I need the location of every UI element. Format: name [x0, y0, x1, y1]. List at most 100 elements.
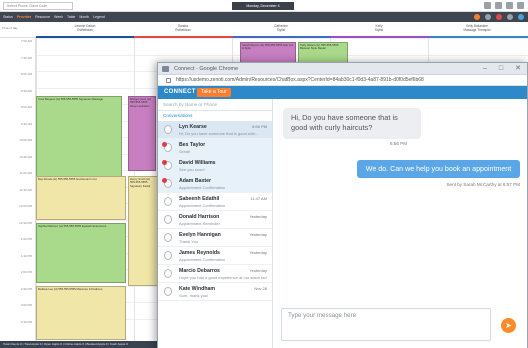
conversation-item[interactable]: Lyn Kearse 6:56 PM Hi, Do you have someone… — [158, 121, 272, 139]
unread-alert-icon — [162, 160, 167, 165]
time-label: 11:00 AM — [19, 171, 32, 175]
take-tour-button[interactable]: Take a Tour — [197, 88, 231, 97]
window-titlebar: Connect - Google Chrome – □ ✕ — [158, 63, 527, 75]
conversation-name: James Reynolds — [179, 250, 220, 256]
time-column: 7:00 AM 7:30 AM 8:00 AM 8:30 AM 9:00 AM 9:30 … — [0, 38, 36, 341]
conversation-item[interactable]: Marcio Debarros Yesterday Hope you had a g… — [158, 265, 272, 283]
provider-header[interactable]: Leanne Dalton Esthetician — [36, 24, 134, 32]
chat-pane: Hi, Do you have someone that is good wit… — [273, 99, 527, 348]
refresh-icon[interactable] — [518, 14, 524, 20]
conversation-item[interactable]: Evelyn Hannigan Yesterday Thank You — [158, 229, 272, 247]
help-icon[interactable] — [517, 2, 524, 9]
conversation-list: Lyn Kearse 6:56 PM Hi, Do you have someone… — [158, 121, 272, 301]
user-avatar-icon — [163, 233, 173, 243]
provider-role: Stylist — [276, 28, 286, 32]
conversation-time: 6:56 PM — [252, 124, 267, 129]
address-bar[interactable]: https://usdemo.zenoti.com/Admin/Resource… — [158, 75, 527, 86]
toolbar-icons — [474, 14, 524, 20]
scheduler-search-input[interactable]: Select Phone Client Code — [3, 2, 73, 10]
connect-window: Connect - Google Chrome – □ ✕ https://us… — [157, 62, 528, 348]
view-tab-month[interactable]: Month — [79, 14, 89, 20]
conversation-item[interactable]: Donald Harrison Yesterday Appointment Remi… — [158, 211, 272, 229]
conversation-item[interactable]: Adam Baxter Appointment Confirmation — [158, 175, 272, 193]
window-controls: – □ ✕ — [483, 63, 521, 75]
conversation-preview: See you soon! — [179, 167, 205, 172]
view-tab-table[interactable]: Table — [67, 14, 75, 20]
conversation-item[interactable]: Sabeenh Edathil 11:47 AM Appointment Confi… — [158, 193, 272, 211]
conversation-sidebar: Search by Name or Phone Conversations Ly… — [158, 99, 273, 348]
view-tab-legend[interactable]: Legend — [93, 14, 105, 20]
send-icon[interactable]: ➤ — [501, 318, 516, 333]
conversation-preview: Appointment Reminder — [179, 221, 220, 226]
provider-header[interactable]: Sandra Esthetician — [134, 24, 232, 32]
conversation-item[interactable]: Kate Windham Nov 28 Sure, thank you! — [158, 283, 272, 301]
conversation-search-input[interactable]: Search by Name or Phone — [158, 99, 272, 111]
time-label: 9:00 AM — [20, 105, 32, 109]
app-name: CONNECT — [164, 89, 196, 95]
outgoing-message: We do. Can we help you book an appointme… — [357, 160, 520, 178]
conversation-preview: Hope you had a good experience at our sa… — [179, 275, 267, 280]
date-navigator[interactable]: Monday, December 4 — [232, 2, 294, 10]
provider-header[interactable]: Kelly Ballantine Massage Therapist — [428, 24, 526, 32]
appointment-block[interactable]: Melissa Lee (H) 555-555-5555 Manicure & … — [36, 286, 126, 340]
conversation-preview: Thank You — [179, 239, 198, 244]
conversation-name: Sabeenh Edathil — [179, 196, 220, 202]
provider-role: Massage Therapist — [463, 28, 491, 32]
view-tab-provider[interactable]: Provider — [17, 14, 31, 20]
appointment-block[interactable]: Bridget Clark (H) 555-555-5555 Deep Hydr… — [128, 96, 156, 171]
conversation-item[interactable]: James Reynolds Yesterday Appointment Confi… — [158, 247, 272, 265]
time-label: 8:00 AM — [20, 72, 32, 76]
unread-alert-icon — [162, 178, 167, 183]
appointment-block[interactable]: Cora Bergson (H) 555-555-5555 Signature … — [36, 96, 122, 178]
minimize-icon[interactable]: – — [483, 63, 487, 75]
conversation-preview: Great! — [179, 149, 191, 154]
time-label: 12:30 PM — [19, 220, 32, 225]
notification-icon[interactable] — [496, 14, 502, 20]
view-tab-week[interactable]: Week — [54, 14, 63, 20]
conversation-time: Yesterday — [249, 232, 267, 237]
appointment-block[interactable]: Sophia Martinez (H) 555-555-5555 Eyelash… — [36, 223, 126, 283]
calendar-icon[interactable] — [495, 2, 502, 9]
url-text[interactable]: https://usdemo.zenoti.com/Admin/Resource… — [176, 77, 424, 83]
person-icon — [164, 287, 172, 296]
message-input[interactable]: Type your message here — [281, 308, 491, 341]
camera-icon[interactable] — [484, 2, 491, 9]
conversation-name: Adam Baxter — [179, 178, 212, 184]
close-icon[interactable]: ✕ — [515, 63, 521, 75]
conversation-time: Yesterday — [249, 214, 267, 219]
provider-role: Esthetician — [175, 28, 191, 32]
user-avatar-icon — [162, 142, 173, 153]
provider-header[interactable]: Catherine Stylist — [232, 24, 330, 32]
incoming-message: Hi, Do you have someone that is good wit… — [283, 108, 421, 139]
view-tab-resource[interactable]: Resource — [35, 14, 50, 20]
time-label: 8:30 AM — [20, 88, 32, 93]
time-label: 3:30 PM — [20, 319, 32, 324]
time-label: 2:00 PM — [20, 270, 32, 274]
filter-icon[interactable] — [485, 14, 491, 20]
appointment-block[interactable]: Henry Smith (H) 555-555-5555 Signature F… — [128, 176, 158, 286]
time-label: 11:30 AM — [19, 187, 32, 192]
user-avatar-icon — [163, 125, 173, 135]
time-label: 10:00 AM — [19, 138, 32, 142]
conversation-preview: Appointment Confirmation — [179, 203, 226, 208]
person-icon — [164, 215, 172, 224]
time-label: 9:30 AM — [20, 121, 32, 126]
conversation-name: Evelyn Hannigan — [179, 232, 221, 238]
appointment-block[interactable]: Ray Woods (H) 555-555-5555 Gentleman's C… — [36, 176, 126, 220]
conversation-name: Kate Windham — [179, 286, 215, 292]
time-label: 7:30 AM — [20, 55, 32, 60]
provider-header[interactable]: Kelly Stylist — [330, 24, 428, 32]
chat-icon[interactable] — [474, 14, 480, 20]
conversation-item[interactable]: Bex Taylor Great! — [158, 139, 272, 157]
scheduler-topbar: Select Phone Client Code Monday, Decembe… — [0, 0, 528, 12]
user-avatar-icon — [163, 215, 173, 225]
view-tab-status[interactable]: Status — [3, 14, 13, 20]
conversation-item[interactable]: David Williams See you soon! — [158, 157, 272, 175]
settings-icon[interactable] — [506, 2, 513, 9]
window-title: Connect - Google Chrome — [174, 66, 239, 72]
print-icon[interactable] — [507, 14, 513, 20]
time-label: 2:30 PM — [20, 286, 32, 291]
status-bar: Total Clients 0 | Total Appts 0 | Open A… — [0, 341, 170, 348]
maximize-icon[interactable]: □ — [499, 63, 503, 75]
time-label: 3:00 PM — [20, 303, 32, 307]
